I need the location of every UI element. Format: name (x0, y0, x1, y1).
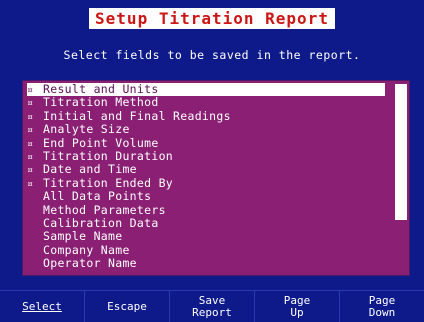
list-item[interactable]: Sample Name (27, 230, 385, 243)
scrollbar[interactable] (395, 84, 407, 272)
title-area: Setup Titration Report (0, 8, 424, 29)
list-item-label: Method Parameters (43, 202, 166, 217)
list-item[interactable]: Method Parameters (27, 202, 385, 217)
report-fields-list: ¤ Result and Units ¤ Titration Method ¤ Initi… (22, 80, 410, 276)
list-item[interactable]: Calibration Data (27, 215, 385, 230)
list-item-label: Date and Time (43, 162, 137, 177)
list-item[interactable]: ¤ Analyte Size (27, 122, 385, 137)
escape-button[interactable]: Escape (84, 290, 169, 322)
checked-mark-icon: ¤ (27, 165, 34, 177)
select-button[interactable]: Select (0, 290, 84, 322)
list-item-label: End Point Volume (43, 135, 159, 150)
list-item-label: Calibration Data (43, 215, 159, 230)
list-item[interactable]: ¤ Titration Ended By (27, 175, 385, 190)
list-item-label: Titration Method (43, 95, 159, 110)
list-item[interactable]: ¤ Result and Units (27, 82, 385, 97)
list-item-label: Titration Duration (43, 148, 174, 163)
list-item[interactable]: ¤ Date and Time (27, 162, 385, 177)
list-item[interactable]: All Data Points (27, 189, 385, 204)
list-item-label: Titration Ended By (43, 175, 174, 190)
list-item-label: Result and Units (43, 82, 159, 96)
titration-report-screen: Setup Titration Report Select fields to … (0, 0, 424, 322)
checked-mark-icon: ¤ (27, 98, 34, 110)
page-title: Setup Titration Report (89, 8, 335, 29)
page-down-button[interactable]: Page Down (339, 290, 424, 322)
list-item-label: Company Name (43, 242, 130, 257)
list-item[interactable]: ¤ Titration Method (27, 95, 385, 110)
checked-mark-icon: ¤ (27, 85, 34, 96)
softkey-bar: Select Escape Save Report Page Up Page Down (0, 290, 424, 322)
scrollbar-thumb[interactable] (395, 220, 407, 272)
list-item[interactable]: ¤ End Point Volume (27, 135, 385, 150)
list-item[interactable]: ¤ Titration Duration (27, 148, 385, 163)
checked-mark-icon: ¤ (27, 125, 34, 137)
list-item-label: All Data Points (43, 189, 152, 204)
list-item-label: Operator Name (43, 256, 137, 271)
instruction-text: Select fields to be saved in the report. (63, 48, 361, 62)
list-item-label: Sample Name (43, 229, 123, 244)
checked-mark-icon: ¤ (27, 111, 34, 123)
save-report-button[interactable]: Save Report (169, 290, 254, 322)
checked-mark-icon: ¤ (27, 151, 34, 163)
list-item[interactable]: Operator Name (27, 256, 385, 271)
list-item-label: Analyte Size (43, 122, 130, 137)
checked-mark-icon: ¤ (27, 138, 34, 150)
list-item-label: Initial and Final Readings (43, 108, 231, 123)
checked-mark-icon: ¤ (27, 178, 34, 190)
page-up-button[interactable]: Page Up (254, 290, 339, 322)
field-list-items: ¤ Result and Units ¤ Titration Method ¤ Initi… (27, 82, 385, 271)
list-item[interactable]: ¤ Initial and Final Readings (27, 108, 385, 123)
list-item[interactable]: Company Name (27, 242, 385, 257)
